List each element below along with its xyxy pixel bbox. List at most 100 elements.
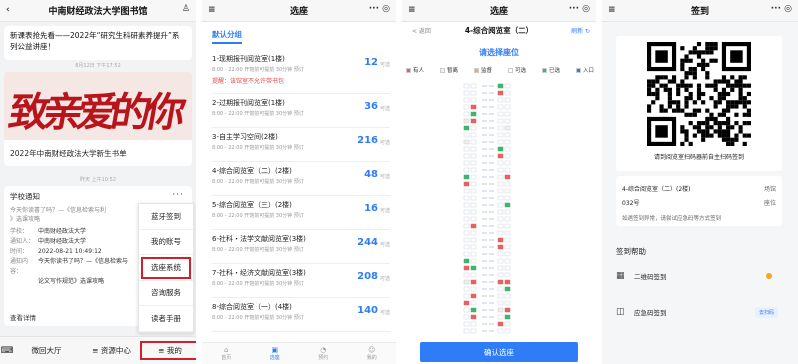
seat[interactable] — [497, 153, 504, 159]
seat[interactable] — [463, 167, 470, 173]
seat[interactable] — [497, 230, 504, 236]
seat[interactable] — [504, 195, 511, 201]
back-icon[interactable]: ‹ — [6, 5, 10, 15]
seat[interactable] — [504, 83, 511, 89]
seat[interactable] — [497, 118, 504, 124]
seat[interactable] — [463, 286, 470, 292]
seat[interactable] — [470, 167, 477, 173]
seat[interactable] — [504, 265, 511, 271]
seat[interactable] — [470, 279, 477, 285]
seat[interactable] — [463, 132, 470, 138]
seat[interactable] — [470, 223, 477, 229]
seat[interactable] — [504, 118, 511, 124]
seat[interactable] — [497, 195, 504, 201]
seat[interactable] — [470, 104, 477, 110]
seat[interactable] — [504, 97, 511, 103]
keyboard-icon[interactable]: ⌨ — [0, 346, 14, 356]
room-item[interactable]: 8-综合阅览室（一）(4楼) 8:00 - 22:00 开馆前可提前 30分钟 预… — [212, 298, 390, 332]
seat[interactable] — [463, 251, 470, 257]
seat[interactable] — [463, 300, 470, 306]
group-tab[interactable]: 默认分组 — [212, 29, 242, 44]
seat[interactable] — [470, 209, 477, 215]
seat[interactable] — [497, 202, 504, 208]
refresh-button[interactable]: 刷新 ↻ — [571, 26, 590, 35]
seat[interactable] — [470, 118, 477, 124]
seat[interactable] — [497, 265, 504, 271]
seat[interactable] — [470, 230, 477, 236]
menu-mine[interactable]: ≡ 我的 — [140, 341, 196, 360]
menu-hall[interactable]: 微回大厅 — [14, 345, 79, 356]
seat[interactable] — [497, 251, 504, 257]
seat[interactable] — [504, 104, 511, 110]
seat[interactable] — [497, 209, 504, 215]
seat[interactable] — [463, 279, 470, 285]
menu-icon[interactable]: ≡ — [408, 5, 416, 15]
seat[interactable] — [504, 314, 511, 320]
seat[interactable] — [504, 90, 511, 96]
seat[interactable] — [497, 244, 504, 250]
seat[interactable] — [504, 202, 511, 208]
seat[interactable] — [497, 83, 504, 89]
seat[interactable] — [470, 188, 477, 194]
room-item[interactable]: 1-现期报刊阅览室(1楼) 8:00 - 22:00 开馆前可提前 30分钟 预订… — [212, 50, 390, 94]
seat[interactable] — [470, 146, 477, 152]
seat[interactable] — [470, 237, 477, 243]
seat[interactable] — [463, 293, 470, 299]
menu-icon[interactable]: ≡ — [208, 5, 216, 15]
seat[interactable] — [463, 104, 470, 110]
seat[interactable] — [470, 293, 477, 299]
seat[interactable] — [470, 181, 477, 187]
seat[interactable] — [463, 272, 470, 278]
tab-seat[interactable]: ▣ 选座 — [251, 343, 300, 364]
tab-mine[interactable]: ☺ 我的 — [348, 343, 397, 364]
seat[interactable] — [504, 174, 511, 180]
seat[interactable] — [463, 118, 470, 124]
seat[interactable] — [504, 139, 511, 145]
article-caption[interactable]: 2022年中南财经政法大学新生书单 — [4, 140, 192, 166]
seat[interactable] — [497, 258, 504, 264]
message-card[interactable]: 新课表抢先看——2022年“研究生科研素养提升”系列公益讲座！ — [4, 26, 192, 60]
article-banner[interactable]: 致亲爱的你 — [4, 72, 192, 140]
menu-resources[interactable]: ≡ 资源中心 — [79, 345, 144, 356]
seat[interactable] — [463, 209, 470, 215]
seat[interactable] — [463, 195, 470, 201]
seat[interactable] — [497, 300, 504, 306]
seat[interactable] — [497, 146, 504, 152]
seat[interactable] — [463, 230, 470, 236]
seat[interactable] — [497, 272, 504, 278]
seat[interactable] — [497, 223, 504, 229]
seat[interactable] — [470, 272, 477, 278]
seat[interactable] — [504, 307, 511, 313]
seat[interactable] — [463, 111, 470, 117]
seat[interactable] — [497, 286, 504, 292]
seat[interactable] — [504, 279, 511, 285]
seat[interactable] — [504, 125, 511, 131]
menu-item-bluetooth-checkin[interactable]: 蓝牙签到 — [139, 204, 193, 230]
seat[interactable] — [497, 314, 504, 320]
seat[interactable] — [504, 328, 511, 334]
seat[interactable] — [470, 286, 477, 292]
seat[interactable] — [470, 90, 477, 96]
seat[interactable] — [470, 314, 477, 320]
seat[interactable] — [470, 97, 477, 103]
seat[interactable] — [497, 321, 504, 327]
menu-item-seat-system[interactable]: 选座系统 — [139, 255, 193, 281]
room-item[interactable]: 3-自主学习空间(2楼) 8:00 - 22:00 开馆前可提前 30分钟 预订 2… — [212, 128, 390, 162]
more-icon[interactable]: ··· ◎ — [771, 4, 792, 14]
seat[interactable] — [504, 251, 511, 257]
seat[interactable] — [463, 244, 470, 250]
seat[interactable] — [504, 111, 511, 117]
seat[interactable] — [504, 188, 511, 194]
seat[interactable] — [463, 223, 470, 229]
seat[interactable] — [463, 314, 470, 320]
seat[interactable] — [497, 125, 504, 131]
seat[interactable] — [470, 83, 477, 89]
seat[interactable] — [504, 160, 511, 166]
seat[interactable] — [470, 258, 477, 264]
qr-checkin-row[interactable]: ▦ 二维码签到 — [616, 264, 782, 288]
seat[interactable] — [497, 97, 504, 103]
seat[interactable] — [470, 244, 477, 250]
more-icon[interactable]: ··· — [172, 190, 184, 200]
seat[interactable] — [463, 153, 470, 159]
seat[interactable] — [463, 265, 470, 271]
